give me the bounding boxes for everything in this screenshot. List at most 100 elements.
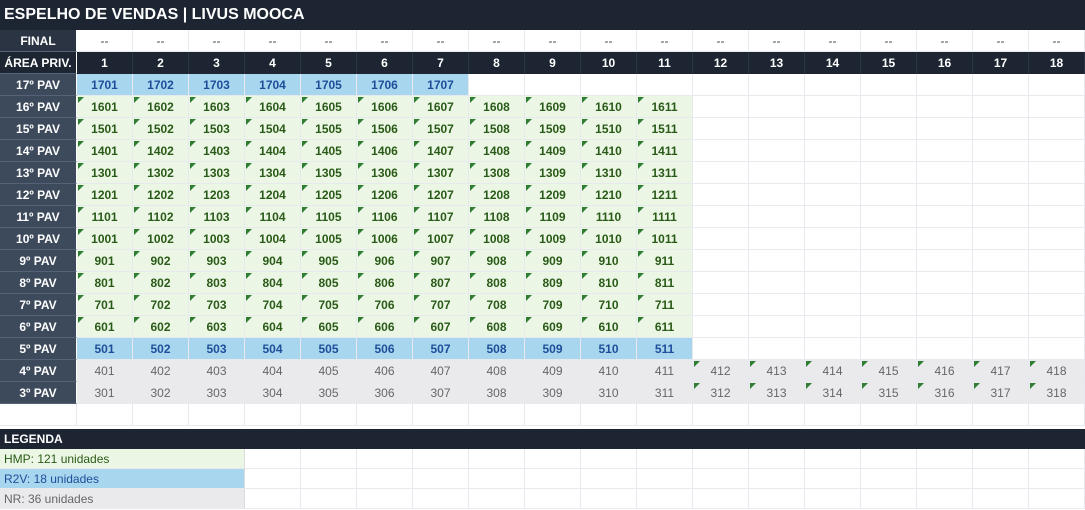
unit-cell[interactable]: 807 xyxy=(413,272,469,294)
unit-cell[interactable]: 706 xyxy=(357,294,413,316)
unit-cell[interactable]: 404 xyxy=(245,360,301,382)
unit-cell[interactable]: 403 xyxy=(189,360,245,382)
unit-cell[interactable]: 808 xyxy=(469,272,525,294)
unit-cell[interactable]: 302 xyxy=(133,382,189,404)
unit-cell[interactable]: 1302 xyxy=(133,162,189,184)
unit-cell[interactable]: 1210 xyxy=(581,184,637,206)
unit-cell[interactable]: 1706 xyxy=(357,74,413,96)
unit-cell[interactable]: 1506 xyxy=(357,118,413,140)
unit-cell[interactable]: 1704 xyxy=(245,74,301,96)
unit-cell[interactable]: 1607 xyxy=(413,96,469,118)
unit-cell[interactable]: 611 xyxy=(637,316,693,338)
unit-cell[interactable]: 1010 xyxy=(581,228,637,250)
unit-cell[interactable]: 1606 xyxy=(357,96,413,118)
unit-cell[interactable]: 902 xyxy=(133,250,189,272)
unit-cell[interactable]: 601 xyxy=(77,316,133,338)
unit-cell[interactable]: 503 xyxy=(189,338,245,360)
unit-cell[interactable]: 406 xyxy=(357,360,413,382)
unit-cell[interactable]: 1404 xyxy=(245,140,301,162)
unit-cell[interactable]: 401 xyxy=(77,360,133,382)
unit-cell[interactable]: 1104 xyxy=(245,206,301,228)
unit-cell[interactable]: 1108 xyxy=(469,206,525,228)
unit-cell[interactable]: 409 xyxy=(525,360,581,382)
unit-cell[interactable]: 306 xyxy=(357,382,413,404)
unit-cell[interactable]: 703 xyxy=(189,294,245,316)
unit-cell[interactable]: 1605 xyxy=(301,96,357,118)
unit-cell[interactable]: 1707 xyxy=(413,74,469,96)
unit-cell[interactable]: 1110 xyxy=(581,206,637,228)
unit-cell[interactable]: 705 xyxy=(301,294,357,316)
unit-cell[interactable]: 415 xyxy=(861,360,917,382)
unit-cell[interactable]: 708 xyxy=(469,294,525,316)
unit-cell[interactable]: 301 xyxy=(77,382,133,404)
unit-cell[interactable]: 1611 xyxy=(637,96,693,118)
unit-cell[interactable]: 603 xyxy=(189,316,245,338)
unit-cell[interactable]: 413 xyxy=(749,360,805,382)
unit-cell[interactable]: 405 xyxy=(301,360,357,382)
unit-cell[interactable]: 1209 xyxy=(525,184,581,206)
unit-cell[interactable]: 810 xyxy=(581,272,637,294)
unit-cell[interactable]: 501 xyxy=(77,338,133,360)
unit-cell[interactable]: 707 xyxy=(413,294,469,316)
unit-cell[interactable]: 414 xyxy=(805,360,861,382)
unit-cell[interactable]: 417 xyxy=(973,360,1029,382)
unit-cell[interactable]: 1204 xyxy=(245,184,301,206)
unit-cell[interactable]: 1510 xyxy=(581,118,637,140)
unit-cell[interactable]: 1101 xyxy=(77,206,133,228)
unit-cell[interactable]: 710 xyxy=(581,294,637,316)
unit-cell[interactable]: 1501 xyxy=(77,118,133,140)
unit-cell[interactable]: 309 xyxy=(525,382,581,404)
unit-cell[interactable]: 1411 xyxy=(637,140,693,162)
unit-cell[interactable]: 1702 xyxy=(133,74,189,96)
unit-cell[interactable]: 911 xyxy=(637,250,693,272)
unit-cell[interactable]: 1205 xyxy=(301,184,357,206)
unit-cell[interactable]: 1701 xyxy=(77,74,133,96)
unit-cell[interactable]: 801 xyxy=(77,272,133,294)
unit-cell[interactable]: 1301 xyxy=(77,162,133,184)
unit-cell[interactable]: 1002 xyxy=(133,228,189,250)
unit-cell[interactable]: 606 xyxy=(357,316,413,338)
unit-cell[interactable]: 304 xyxy=(245,382,301,404)
unit-cell[interactable]: 1602 xyxy=(133,96,189,118)
unit-cell[interactable]: 709 xyxy=(525,294,581,316)
unit-cell[interactable]: 504 xyxy=(245,338,301,360)
unit-cell[interactable]: 906 xyxy=(357,250,413,272)
unit-cell[interactable]: 1106 xyxy=(357,206,413,228)
unit-cell[interactable]: 318 xyxy=(1029,382,1085,404)
unit-cell[interactable]: 1109 xyxy=(525,206,581,228)
unit-cell[interactable]: 1508 xyxy=(469,118,525,140)
unit-cell[interactable]: 1604 xyxy=(245,96,301,118)
unit-cell[interactable]: 411 xyxy=(637,360,693,382)
unit-cell[interactable]: 1111 xyxy=(637,206,693,228)
unit-cell[interactable]: 311 xyxy=(637,382,693,404)
unit-cell[interactable]: 1007 xyxy=(413,228,469,250)
unit-cell[interactable]: 1311 xyxy=(637,162,693,184)
unit-cell[interactable]: 704 xyxy=(245,294,301,316)
unit-cell[interactable]: 508 xyxy=(469,338,525,360)
unit-cell[interactable]: 1610 xyxy=(581,96,637,118)
unit-cell[interactable]: 315 xyxy=(861,382,917,404)
unit-cell[interactable]: 605 xyxy=(301,316,357,338)
unit-cell[interactable]: 1305 xyxy=(301,162,357,184)
unit-cell[interactable]: 511 xyxy=(637,338,693,360)
unit-cell[interactable]: 1208 xyxy=(469,184,525,206)
unit-cell[interactable]: 903 xyxy=(189,250,245,272)
unit-cell[interactable]: 1005 xyxy=(301,228,357,250)
unit-cell[interactable]: 416 xyxy=(917,360,973,382)
unit-cell[interactable]: 418 xyxy=(1029,360,1085,382)
unit-cell[interactable]: 1406 xyxy=(357,140,413,162)
unit-cell[interactable]: 1006 xyxy=(357,228,413,250)
unit-cell[interactable]: 1601 xyxy=(77,96,133,118)
unit-cell[interactable]: 811 xyxy=(637,272,693,294)
unit-cell[interactable]: 609 xyxy=(525,316,581,338)
unit-cell[interactable]: 1011 xyxy=(637,228,693,250)
unit-cell[interactable]: 1403 xyxy=(189,140,245,162)
unit-cell[interactable]: 604 xyxy=(245,316,301,338)
unit-cell[interactable]: 1507 xyxy=(413,118,469,140)
unit-cell[interactable]: 1408 xyxy=(469,140,525,162)
unit-cell[interactable]: 1103 xyxy=(189,206,245,228)
unit-cell[interactable]: 1407 xyxy=(413,140,469,162)
unit-cell[interactable]: 1201 xyxy=(77,184,133,206)
unit-cell[interactable]: 1502 xyxy=(133,118,189,140)
unit-cell[interactable]: 303 xyxy=(189,382,245,404)
